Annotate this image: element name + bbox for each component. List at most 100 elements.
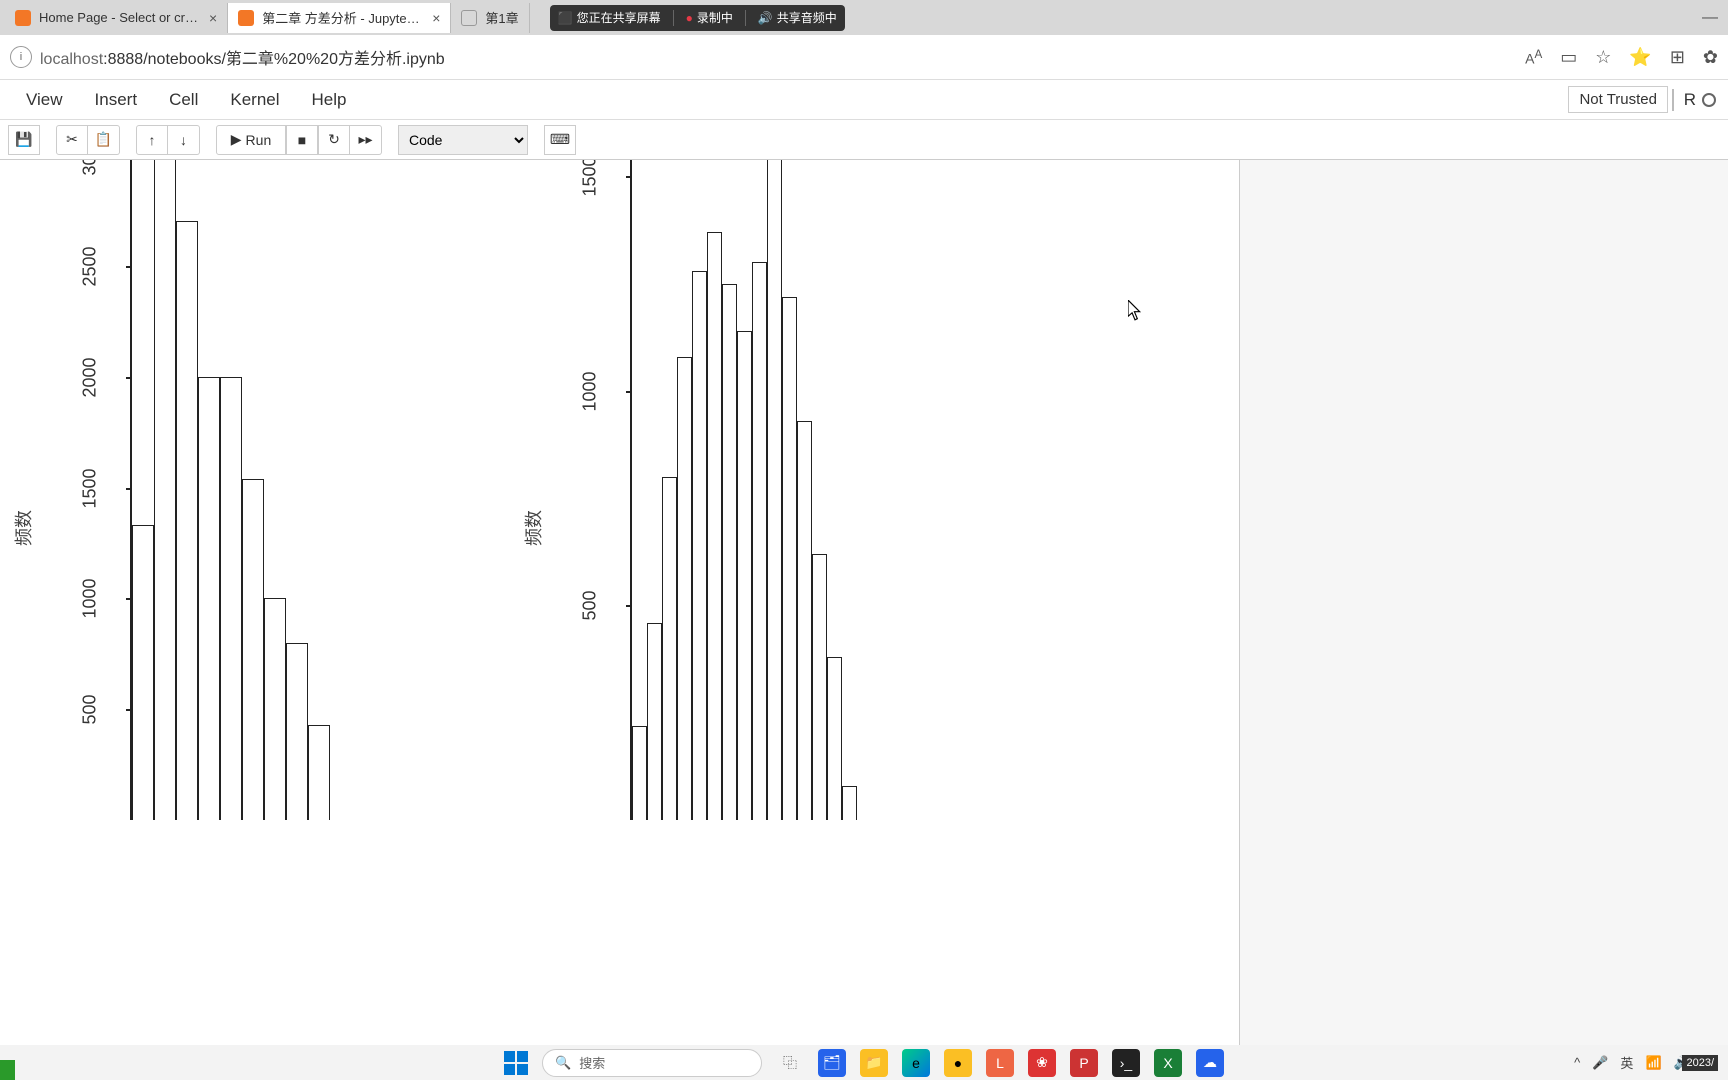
bar (737, 331, 752, 820)
bar (286, 643, 308, 820)
restart-button[interactable]: ↻ (318, 125, 350, 155)
recording-label: 录制中 (697, 9, 733, 26)
jupyter-favicon (15, 10, 31, 26)
command-palette-button[interactable]: ⌨ (544, 125, 576, 155)
edge-icon[interactable]: e (902, 1049, 930, 1077)
url-path: :8888/notebooks/第二章%20%20方差分析.ipynb (103, 51, 445, 68)
move-up-button[interactable]: ↑ (136, 125, 168, 155)
fast-forward-button[interactable]: ▸▸ (350, 125, 382, 155)
bar (782, 297, 797, 820)
notebook-area[interactable]: 频数 50010001500200025003000 频数 5001000150… (0, 160, 1728, 1045)
bar (677, 357, 692, 820)
collections-icon[interactable]: ⊞ (1670, 47, 1685, 68)
chart-bars (630, 160, 857, 820)
folder-icon[interactable]: 📁 (860, 1049, 888, 1077)
text-size-icon[interactable]: AA (1525, 48, 1542, 67)
y-tick-mark (626, 391, 632, 393)
site-info-icon[interactable]: i (10, 46, 32, 68)
mouse-cursor (1128, 300, 1142, 320)
kernel-indicator[interactable]: R (1672, 89, 1716, 111)
explorer-icon[interactable]: 🗂 (818, 1049, 846, 1077)
app-icon-1[interactable]: ● (944, 1049, 972, 1077)
y-tick-label: 1500 (80, 458, 101, 518)
y-tick-mark (126, 488, 132, 490)
url-host: localhost (40, 51, 103, 68)
y-axis-label: 频数 (10, 510, 36, 546)
bar (154, 160, 176, 820)
separator (673, 10, 674, 26)
wifi-icon[interactable]: 📶 (1645, 1055, 1661, 1071)
chart-bars (130, 160, 330, 820)
save-button[interactable]: 💾 (8, 125, 40, 155)
bar (632, 726, 647, 820)
app-icon-5[interactable]: ☁ (1196, 1049, 1224, 1077)
y-tick-label: 3000 (80, 160, 101, 186)
close-icon[interactable]: × (432, 10, 440, 26)
close-icon[interactable]: × (209, 10, 217, 26)
menu-insert[interactable]: Insert (79, 90, 154, 110)
task-view-icon[interactable]: ⿻ (776, 1049, 804, 1077)
bar (176, 221, 198, 820)
trust-badge[interactable]: Not Trusted (1568, 86, 1668, 113)
tab-notebook[interactable]: 第二章 方差分析 - Jupyter Noteb × (228, 3, 451, 33)
extensions-icon[interactable]: ✿ (1703, 47, 1718, 68)
url-field[interactable]: localhost:8888/notebooks/第二章%20%20方差分析.i… (40, 45, 1517, 69)
clock[interactable]: 2023/ (1682, 1055, 1718, 1071)
tab-chapter1[interactable]: 第1章 (451, 3, 529, 33)
menu-help[interactable]: Help (296, 90, 363, 110)
jupyter-menu-bar: View Insert Cell Kernel Help Not Trusted… (0, 80, 1728, 120)
jupyter-toolbar: 💾 ✂ 📋 ↑ ↓ ▶ Run ■ ↻ ▸▸ Code ⌨ (0, 120, 1728, 160)
bar (812, 554, 827, 820)
bar (707, 232, 722, 820)
bar (647, 623, 662, 820)
browser-actions: AA ▭ ☆ ⭐ ⊞ ✿ (1525, 47, 1718, 68)
menu-view[interactable]: View (10, 90, 79, 110)
bar (842, 786, 857, 820)
tab-home[interactable]: Home Page - Select or create a n × (5, 3, 228, 33)
move-down-button[interactable]: ↓ (168, 125, 200, 155)
cut-button[interactable]: ✂ (56, 125, 88, 155)
y-tick-label: 500 (580, 576, 601, 636)
app-icon-3[interactable]: ❀ (1028, 1049, 1056, 1077)
favorites-icon[interactable]: ⭐ (1629, 47, 1651, 68)
bar (692, 271, 707, 820)
stop-button[interactable]: ■ (286, 125, 318, 155)
terminal-icon[interactable]: ›_ (1112, 1049, 1140, 1077)
search-placeholder: 搜索 (579, 1053, 605, 1072)
copy-button[interactable]: 📋 (88, 125, 120, 155)
tab-label: 第二章 方差分析 - Jupyter Noteb (262, 8, 422, 27)
cell-type-select[interactable]: Code (398, 125, 528, 155)
minimize-icon[interactable]: — (1702, 9, 1718, 27)
star-icon[interactable]: ☆ (1595, 47, 1611, 68)
browser-tab-bar: Home Page - Select or create a n × 第二章 方… (0, 0, 1728, 35)
run-button[interactable]: ▶ Run (216, 125, 286, 155)
bar (308, 725, 330, 820)
y-tick-label: 500 (80, 680, 101, 740)
separator (745, 10, 746, 26)
screen-share-bar[interactable]: ⬛您正在共享屏幕 ●录制中 🔊共享音频中 (550, 5, 845, 31)
histogram-right: 频数 50010001500 (520, 160, 1020, 820)
y-tick-label: 1500 (580, 160, 601, 207)
app-icon-4[interactable]: P (1070, 1049, 1098, 1077)
bar (198, 377, 220, 820)
window-controls: — (1702, 0, 1718, 35)
kernel-name: R (1684, 90, 1696, 110)
start-button[interactable] (504, 1051, 528, 1075)
bar (132, 525, 154, 820)
run-label: Run (246, 132, 272, 148)
menu-cell[interactable]: Cell (153, 90, 214, 110)
system-tray[interactable]: ^ 🎤 英 📶 🔊 🔋 2023/ (1574, 1053, 1718, 1072)
histogram-left: 频数 50010001500200025003000 (10, 160, 510, 820)
bar (827, 657, 842, 820)
ime-icon[interactable]: 英 (1620, 1053, 1633, 1072)
reader-icon[interactable]: ▭ (1560, 47, 1577, 68)
separator (1672, 89, 1674, 111)
app-icon-2[interactable]: L (986, 1049, 1014, 1077)
excel-icon[interactable]: X (1154, 1049, 1182, 1077)
chevron-up-icon[interactable]: ^ (1574, 1055, 1580, 1070)
menu-kernel[interactable]: Kernel (214, 90, 295, 110)
mic-icon[interactable]: 🎤 (1592, 1055, 1608, 1071)
bar (767, 160, 782, 820)
bar (752, 262, 767, 820)
taskbar-search[interactable]: 🔍 搜索 (542, 1049, 762, 1077)
